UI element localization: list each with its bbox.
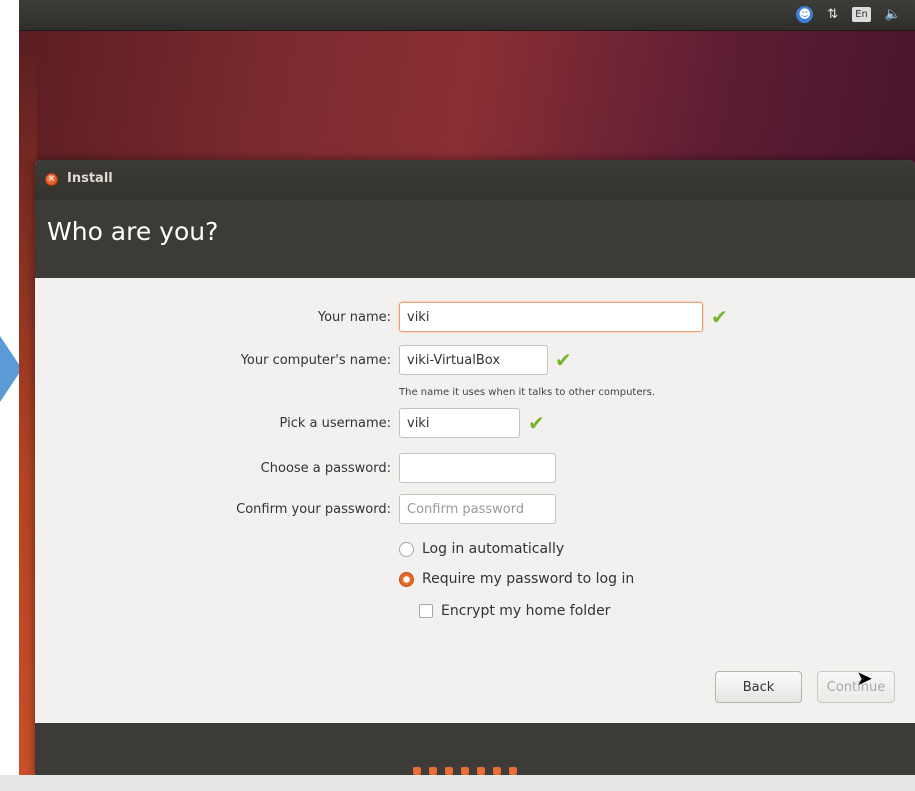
form-content: Your name: ✔ Your computer's name: ✔ The… <box>35 278 915 723</box>
volume-icon[interactable]: 🔈 <box>885 7 901 22</box>
button-row: Back Continue <box>35 671 915 703</box>
progress-dot <box>477 767 485 775</box>
name-row: Your name: ✔ <box>35 302 915 334</box>
password-label: Choose a password: <box>260 461 391 476</box>
slideshow-footer <box>35 723 915 775</box>
installer-window: × Install Who are you? Your name: ✔ Your… <box>35 160 915 775</box>
computer-name-hint: The name it uses when it talks to other … <box>399 387 656 398</box>
password-row: Choose a password: <box>35 453 915 485</box>
progress-dot <box>493 767 501 775</box>
back-button[interactable]: Back <box>715 671 802 703</box>
username-label: Pick a username: <box>279 416 391 431</box>
window-title: Install <box>67 171 113 186</box>
name-label: Your name: <box>317 310 391 325</box>
progress-dot <box>413 767 421 775</box>
progress-dot <box>509 767 517 775</box>
desktop-screen: ☻ ⇅ En 🔈 × Install Who are you? Your nam… <box>19 0 915 775</box>
require-password-radio[interactable] <box>399 571 414 587</box>
computer-name-valid-check-icon: ✔ <box>555 348 572 372</box>
name-valid-check-icon: ✔ <box>711 305 728 329</box>
encrypt-home-checkbox[interactable] <box>419 604 433 618</box>
require-password-label: Require my password to log in <box>422 571 635 587</box>
require-password-option[interactable]: Require my password to log in <box>399 571 634 587</box>
confirm-password-input[interactable] <box>399 494 556 524</box>
network-icon[interactable]: ⇅ <box>827 7 838 22</box>
computer-name-input[interactable] <box>399 345 548 375</box>
keyboard-language-indicator[interactable]: En <box>852 7 871 22</box>
computer-name-label: Your computer's name: <box>240 353 391 368</box>
progress-dot <box>429 767 437 775</box>
window-titlebar[interactable]: × Install <box>35 160 915 200</box>
login-automatically-radio[interactable] <box>399 541 414 557</box>
password-input[interactable] <box>399 453 556 483</box>
encrypt-home-option[interactable]: Encrypt my home folder <box>419 603 610 619</box>
login-automatically-option[interactable]: Log in automatically <box>399 541 564 557</box>
progress-dots <box>413 767 517 775</box>
name-input[interactable] <box>399 302 703 332</box>
page-header: Who are you? <box>35 200 915 278</box>
confirm-password-label: Confirm your password: <box>236 502 391 517</box>
top-panel: ☻ ⇅ En 🔈 <box>19 0 915 31</box>
computer-name-row: Your computer's name: ✔ <box>35 345 915 377</box>
page-title: Who are you? <box>47 217 219 246</box>
username-row: Pick a username: ✔ <box>35 408 915 440</box>
username-input[interactable] <box>399 408 520 438</box>
progress-dot <box>445 767 453 775</box>
indicator-area: ☻ ⇅ En 🔈 <box>796 6 901 23</box>
close-icon[interactable]: × <box>45 173 58 186</box>
login-automatically-label: Log in automatically <box>422 541 565 557</box>
confirm-password-row: Confirm your password: <box>35 494 915 526</box>
progress-dot <box>461 767 469 775</box>
username-valid-check-icon: ✔ <box>528 411 545 435</box>
accessibility-icon[interactable]: ☻ <box>796 6 814 23</box>
mouse-pointer-icon: ➤ <box>856 666 873 690</box>
bottom-strip <box>0 775 915 791</box>
encrypt-home-label: Encrypt my home folder <box>441 603 611 619</box>
